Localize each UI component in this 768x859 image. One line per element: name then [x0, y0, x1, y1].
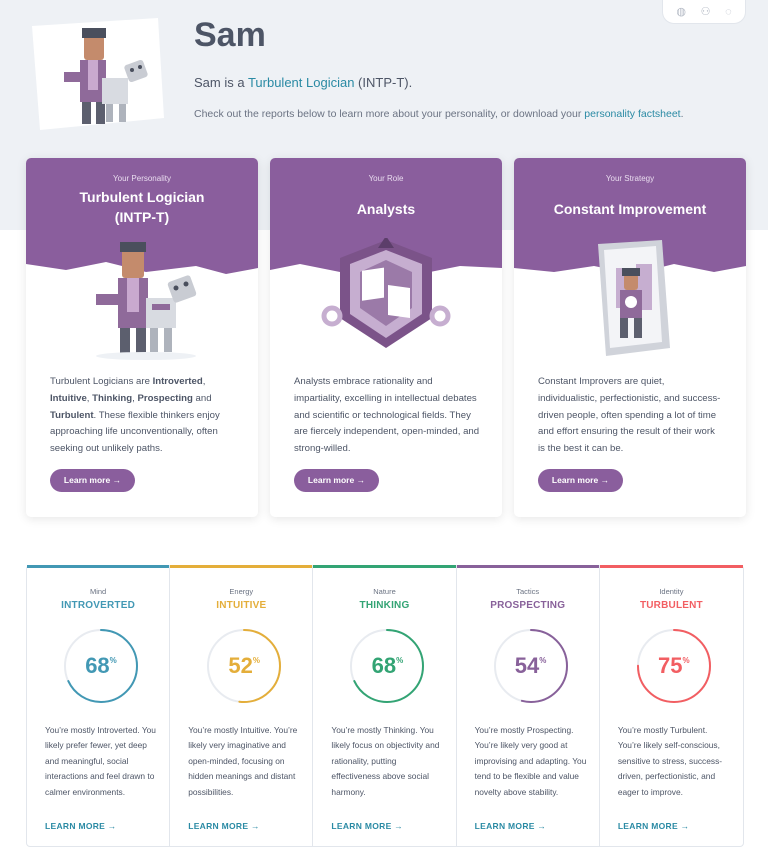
percent-value: 52 — [228, 653, 253, 678]
trait-learn-more-link[interactable]: LEARN MORE → — [331, 821, 403, 831]
profile-type-line: Sam is a Turbulent Logician (INTP-T). — [194, 75, 412, 90]
trait-thinking: Thinking — [92, 392, 133, 404]
percent-value: 75 — [658, 653, 683, 678]
trait-result: TURBULENT — [639, 600, 703, 611]
card-title: Turbulent Logician (INTP-T) — [26, 187, 258, 227]
trait-percentage: 52% — [206, 653, 282, 679]
trait-learn-more-link[interactable]: LEARN MORE → — [45, 821, 117, 831]
desc-text: Turbulent Logicians are — [50, 376, 153, 387]
trait-nature: Nature THINKING 68% You’re mostly Thinki… — [313, 565, 457, 846]
card-eyebrow: Your Personality — [113, 174, 171, 183]
trait-result: PROSPECTING — [490, 600, 566, 611]
card-description: Analysts embrace rationality and imparti… — [294, 376, 480, 455]
trait-tactics: Tactics PROSPECTING 54% You’re mostly Pr… — [456, 565, 600, 846]
learn-more-button[interactable]: Learn more → — [50, 469, 135, 492]
trait-description: You’re mostly Introverted. You likely pr… — [45, 725, 156, 797]
traits-panel: Mind INTROVERTED 68% You’re mostly Intro… — [26, 565, 744, 847]
trait-intuitive: Intuitive — [50, 392, 87, 404]
card-title-line2: (INTP-T) — [114, 209, 170, 225]
trait-description: You’re mostly Intuitive. You’re likely v… — [188, 725, 298, 797]
card-description: Constant Improvers are quiet, individual… — [538, 376, 721, 455]
profile-name: Sam — [194, 16, 266, 54]
globe-icon[interactable]: ◍ — [676, 5, 686, 18]
card-title: Constant Improvement — [553, 201, 707, 217]
profile-type-prefix: Sam is a — [194, 75, 248, 90]
trait-introverted: Introverted — [152, 376, 203, 387]
card-eyebrow: Your Role — [368, 174, 404, 183]
trait-description: You’re mostly Prospecting. You’re likely… — [474, 725, 587, 797]
trait-description: You’re mostly Thinking. You likely focus… — [331, 725, 440, 797]
card-title-line1: Turbulent Logician — [79, 189, 205, 205]
trait-result: INTROVERTED — [61, 600, 136, 611]
trait-energy: Energy INTUITIVE 52% You’re mostly Intui… — [170, 565, 314, 846]
trait-label: Mind — [89, 587, 107, 596]
trait-result: INTUITIVE — [216, 600, 267, 611]
profile-subtitle: Check out the reports below to learn mor… — [194, 108, 684, 120]
card-role: Your Role Analysts Analysts embrace rati… — [270, 158, 502, 517]
trait-result: THINKING — [359, 600, 410, 611]
profile-header: Sam Sam is a Turbulent Logician (INTP-T)… — [0, 0, 768, 150]
profile-avatar — [28, 14, 168, 134]
trait-percentage: 75% — [636, 653, 712, 679]
trait-label: Identity — [659, 587, 684, 596]
trait-color-bar — [170, 565, 313, 568]
percent-sign: % — [539, 656, 547, 665]
trait-learn-more-link[interactable]: LEARN MORE → — [475, 821, 547, 831]
trait-mind: Mind INTROVERTED 68% You’re mostly Intro… — [27, 565, 171, 846]
percent-sign: % — [396, 656, 404, 665]
percent-sign: % — [682, 656, 690, 665]
percent-value: 54 — [514, 653, 540, 678]
trait-color-bar — [599, 565, 744, 568]
logician-illustration — [66, 238, 218, 363]
trait-label: Energy — [229, 587, 254, 596]
profile-type-suffix: (INTP-T). — [354, 75, 413, 90]
percent-value: 68 — [85, 653, 110, 678]
percent-sign: % — [109, 656, 117, 665]
percent-sign: % — [252, 656, 260, 665]
card-personality: Your Personality Turbulent Logician (INT… — [26, 158, 258, 517]
trait-label: Tactics — [516, 587, 540, 596]
constant-improvement-illustration — [554, 238, 706, 363]
profile-sub-suffix: . — [680, 108, 684, 120]
trait-percentage: 54% — [493, 653, 569, 679]
trait-color-bar — [456, 565, 599, 568]
percent-value: 68 — [371, 653, 397, 678]
trait-color-bar — [313, 565, 456, 568]
trait-percentage: 68% — [63, 653, 139, 679]
trait-prospecting: Prospecting — [137, 392, 193, 404]
card-description: Turbulent Logicians are Introverted, Int… — [50, 374, 236, 458]
desc-text: and — [192, 392, 212, 404]
profile-sub-prefix: Check out the reports below to learn mor… — [194, 108, 585, 120]
trait-color-bar — [27, 565, 170, 568]
learn-more-button[interactable]: Learn more → — [294, 469, 379, 492]
trait-turbulent: Turbulent — [50, 409, 94, 421]
top-actions-bar: ◍ ⚇ ◌ — [662, 0, 746, 24]
trait-label: Nature — [373, 587, 396, 596]
chat-icon[interactable]: ◌ — [725, 6, 732, 18]
analysts-shield-illustration — [310, 236, 462, 363]
trait-learn-more-link[interactable]: LEARN MORE → — [618, 821, 690, 831]
card-strategy: Your Strategy Constant Improvement Const… — [514, 158, 746, 517]
add-user-icon[interactable]: ⚇ — [701, 5, 711, 18]
learn-more-button[interactable]: Learn more → — [538, 469, 623, 492]
trait-percentage: 68% — [349, 653, 425, 679]
trait-description: You’re mostly Turbulent. You’re likely s… — [617, 725, 723, 797]
desc-text: , — [202, 376, 206, 387]
personality-type-link[interactable]: Turbulent Logician — [248, 75, 354, 90]
card-eyebrow: Your Strategy — [605, 174, 655, 183]
trait-learn-more-link[interactable]: LEARN MORE → — [188, 821, 260, 831]
card-title: Analysts — [356, 201, 416, 217]
trait-identity: Identity TURBULENT 75% You’re mostly Tur… — [599, 565, 744, 846]
factsheet-link[interactable]: personality factsheet — [584, 108, 680, 120]
